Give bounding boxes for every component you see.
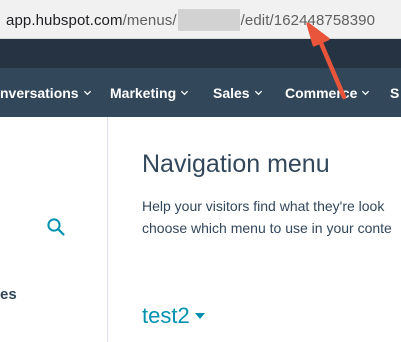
nav-item-marketing[interactable]: Marketing <box>110 68 189 117</box>
redacted-segment <box>177 9 240 31</box>
nav-item-label: Commerce <box>285 84 358 101</box>
description-line: choose which menu to use in your conte <box>142 220 392 236</box>
menu-name: test2 <box>142 303 190 328</box>
top-strip <box>0 39 401 68</box>
chevron-down-icon <box>254 90 262 96</box>
nav-item-label: Marketing <box>110 84 177 101</box>
page-description: Help your visitors find what they're loo… <box>142 195 392 239</box>
nav-item-partial[interactable]: S <box>390 68 399 117</box>
url-domain: app.hubspot.com <box>6 11 123 29</box>
nav-item-conversations[interactable]: nversations <box>0 68 92 117</box>
chevron-down-icon <box>83 90 91 96</box>
chevron-down-icon <box>362 90 370 96</box>
sidebar <box>0 117 108 342</box>
menu-selector[interactable]: test2 <box>142 303 205 329</box>
main-nav: nversations Marketing Sales Commerce S <box>0 68 401 117</box>
nav-item-commerce[interactable]: Commerce <box>285 68 370 117</box>
nav-item-sales[interactable]: Sales <box>213 68 263 117</box>
page-title: Navigation menu <box>142 150 330 178</box>
nav-item-label: Sales <box>213 84 250 101</box>
sidebar-item-label[interactable]: es <box>0 286 17 303</box>
chevron-down-icon <box>181 90 189 96</box>
search-icon[interactable] <box>46 217 66 237</box>
url-path-end: /edit/162448758390 <box>240 11 376 29</box>
nav-item-label: S <box>390 84 400 101</box>
url-text[interactable]: app.hubspot.com /menus/ /edit/1624487583… <box>6 9 375 31</box>
caret-down-icon <box>194 313 205 319</box>
nav-item-label: nversations <box>0 84 79 101</box>
description-line: Help your visitors find what they're loo… <box>142 198 385 214</box>
url-path-start: /menus/ <box>122 11 177 29</box>
address-bar[interactable]: app.hubspot.com /menus/ /edit/1624487583… <box>0 0 401 39</box>
